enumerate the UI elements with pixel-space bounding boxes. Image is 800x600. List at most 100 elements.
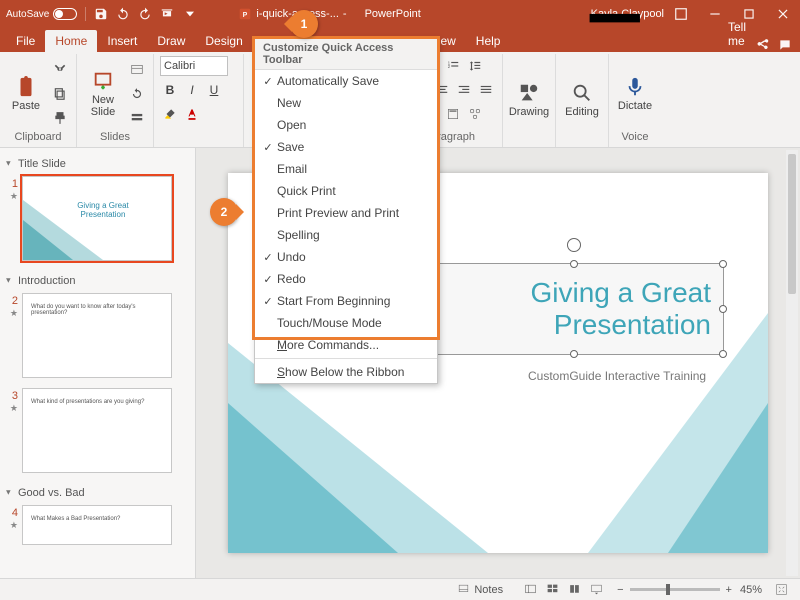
justify-button[interactable] — [476, 80, 496, 100]
paste-button[interactable]: Paste — [6, 76, 46, 112]
section-title-slide[interactable]: Title Slide — [4, 154, 191, 176]
notes-label[interactable]: Notes — [474, 584, 503, 596]
qat-item-quick-print[interactable]: Quick Print — [255, 180, 437, 202]
doc-title-area: P i-quick-access-... - PowerPoint — [238, 7, 420, 21]
line-spacing-button[interactable] — [465, 56, 485, 76]
slide-panel[interactable]: Title Slide 1★ Giving a Great Presentati… — [0, 148, 196, 578]
rotate-handle-icon[interactable] — [567, 238, 581, 252]
tab-design[interactable]: Design — [195, 30, 252, 52]
qat-item-touch-mouse-mode[interactable]: Touch/Mouse Mode — [255, 312, 437, 334]
qat-item-new[interactable]: New — [255, 92, 437, 114]
thumbnail-1[interactable]: Giving a Great Presentation — [22, 176, 172, 261]
zoom-out[interactable]: − — [617, 584, 623, 596]
align-right-button[interactable] — [454, 80, 474, 100]
ribbon-options-icon[interactable] — [674, 7, 688, 21]
reset-button[interactable] — [127, 84, 147, 104]
title-text[interactable]: Giving a Great Presentation — [425, 277, 723, 341]
bold-button[interactable]: B — [160, 80, 180, 100]
qat-customize-dropdown[interactable] — [182, 5, 198, 23]
underline-button[interactable]: U — [204, 80, 224, 100]
tell-me[interactable]: Tell me — [718, 16, 756, 52]
normal-view-button[interactable] — [519, 581, 541, 599]
cut-button[interactable] — [50, 60, 70, 80]
slideshow-from-start-icon[interactable] — [160, 7, 174, 21]
group-drawing: Drawing — [503, 54, 556, 147]
copy-button[interactable] — [50, 84, 70, 104]
fit-to-window-button[interactable] — [770, 581, 792, 599]
subtitle-text[interactable]: CustomGuide Interactive Training — [528, 369, 706, 383]
thumbnail-2[interactable]: What do you want to know after today's p… — [22, 293, 172, 378]
close-button[interactable] — [766, 0, 800, 28]
autosave-toggle[interactable]: AutoSave — [6, 8, 77, 20]
resize-handle[interactable] — [570, 260, 578, 268]
dictate-button[interactable]: Dictate — [615, 76, 655, 112]
title-placeholder[interactable]: Giving a Great Presentation — [424, 263, 724, 355]
zoom-slider[interactable] — [630, 588, 720, 591]
zoom-in[interactable]: + — [726, 584, 732, 596]
slide-number-4: 4★ — [4, 505, 18, 545]
resize-handle[interactable] — [719, 305, 727, 313]
font-color-button[interactable] — [182, 104, 202, 124]
format-painter-button[interactable] — [50, 108, 70, 128]
qat-menu-header: Customize Quick Access Toolbar — [255, 39, 437, 70]
sorter-view-button[interactable] — [541, 581, 563, 599]
editing-label: Editing — [565, 106, 599, 118]
resize-handle[interactable] — [570, 350, 578, 358]
thumbnail-3[interactable]: What kind of presentations are you givin… — [22, 388, 172, 473]
callout-2: 2 — [210, 198, 238, 226]
align-text-button[interactable] — [443, 104, 463, 124]
vertical-scrollbar[interactable] — [786, 150, 798, 576]
layout-button[interactable] — [127, 60, 147, 80]
group-label-font — [160, 143, 237, 145]
share-icon[interactable] — [756, 38, 770, 52]
tab-help[interactable]: Help — [466, 30, 511, 52]
section-button[interactable] — [127, 108, 147, 128]
qat-item-spelling[interactable]: Spelling — [255, 224, 437, 246]
group-clipboard: Paste Clipboard — [0, 54, 77, 147]
tab-insert[interactable]: Insert — [97, 30, 147, 52]
qat-item-redo[interactable]: ✓Redo — [255, 268, 437, 290]
font-name-combo[interactable]: Calibri — [160, 56, 228, 76]
save-icon[interactable] — [94, 7, 108, 21]
qat-item-save[interactable]: ✓Save — [255, 136, 437, 158]
qat-item-open[interactable]: Open — [255, 114, 437, 136]
editing-button[interactable]: Editing — [562, 82, 602, 118]
comments-icon[interactable] — [778, 38, 792, 52]
smartart-button[interactable] — [465, 104, 485, 124]
group-label-voice: Voice — [615, 131, 655, 145]
autosave-switch-icon — [53, 8, 77, 20]
undo-icon[interactable] — [116, 7, 130, 21]
highlight-button[interactable] — [160, 104, 180, 124]
tab-draw[interactable]: Draw — [147, 30, 195, 52]
qat-item-start-from-beginning[interactable]: ✓Start From Beginning — [255, 290, 437, 312]
qat-show-below[interactable]: Show Below the Ribbon — [255, 361, 437, 383]
group-label-clipboard: Clipboard — [6, 131, 70, 145]
qat-item-undo[interactable]: ✓Undo — [255, 246, 437, 268]
resize-handle[interactable] — [719, 350, 727, 358]
svg-text:P: P — [243, 12, 248, 19]
section-good-bad[interactable]: Good vs. Bad — [4, 483, 191, 505]
resize-handle[interactable] — [719, 260, 727, 268]
italic-button[interactable]: I — [182, 80, 202, 100]
autosave-label: AutoSave — [6, 9, 49, 20]
new-slide-button[interactable]: New Slide — [83, 70, 123, 118]
reading-view-button[interactable] — [563, 581, 585, 599]
slideshow-view-button[interactable] — [585, 581, 607, 599]
qat-item-print-preview-and-print[interactable]: Print Preview and Print — [255, 202, 437, 224]
tab-file[interactable]: File — [6, 30, 45, 52]
notes-button[interactable] — [452, 581, 474, 599]
drawing-button[interactable]: Drawing — [509, 82, 549, 118]
thumbnail-4[interactable]: What Makes a Bad Presentation? — [22, 505, 172, 545]
group-label-slides: Slides — [83, 131, 147, 145]
group-slides: New Slide Slides — [77, 54, 154, 147]
tab-home[interactable]: Home — [45, 30, 97, 52]
zoom-level[interactable]: 45% — [740, 584, 762, 596]
numbering-button[interactable]: 12 — [443, 56, 463, 76]
status-bar: Notes − + 45% — [0, 578, 800, 600]
qat-item-automatically-save[interactable]: ✓Automatically Save — [255, 70, 437, 92]
qat-more-commands[interactable]: More Commands... — [255, 334, 437, 356]
qat-item-email[interactable]: Email — [255, 158, 437, 180]
redo-icon[interactable] — [138, 7, 152, 21]
section-introduction[interactable]: Introduction — [4, 271, 191, 293]
slide-number-1: 1★ — [4, 176, 18, 261]
